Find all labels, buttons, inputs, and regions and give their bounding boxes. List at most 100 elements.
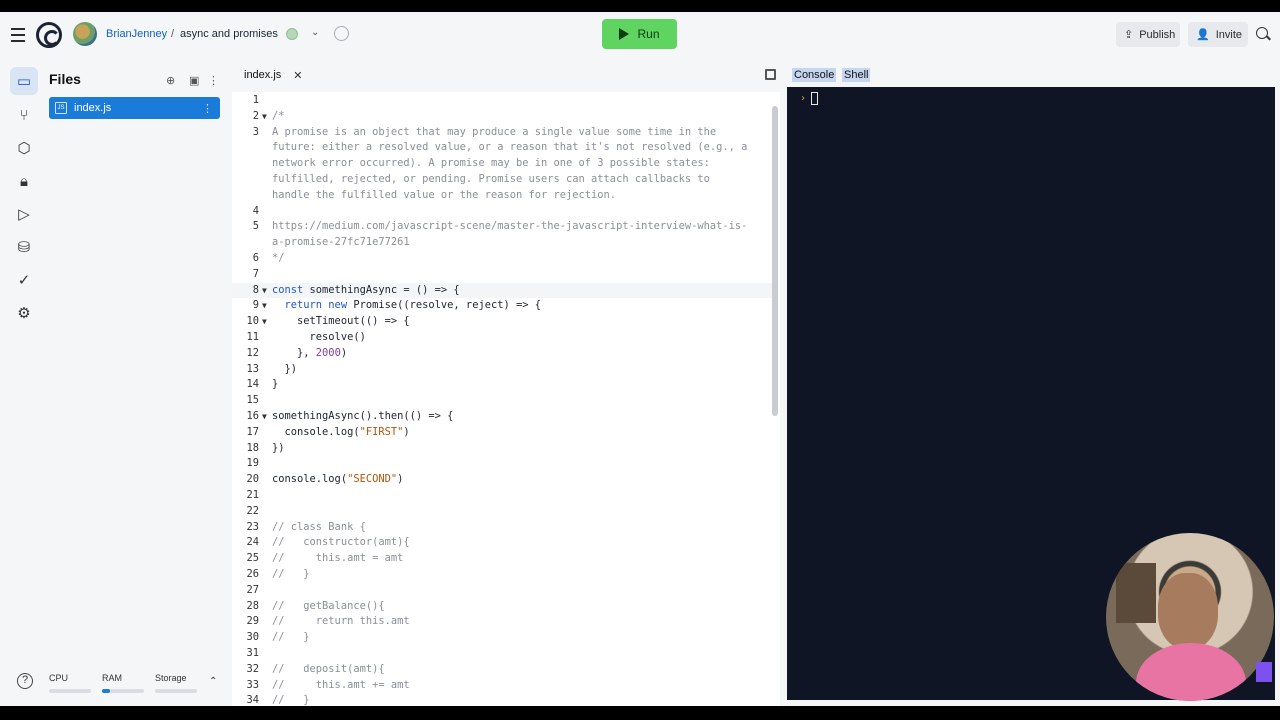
code-line[interactable]: 13 })	[232, 362, 772, 378]
code-line[interactable]: 22	[232, 504, 772, 520]
replit-workspace: BrianJenney / async and promises ⌄ Run ⇪…	[0, 12, 1280, 706]
database-icon[interactable]: ⛁	[10, 233, 38, 261]
code-line[interactable]: 5 https://medium.com/javascript-scene/mas…	[232, 219, 772, 235]
line-number: 16	[246, 410, 259, 422]
code-line[interactable]: 25 // this.amt = amt	[232, 551, 772, 567]
code-line[interactable]: 8 ▼ const somethingAsync = () => {	[232, 282, 772, 299]
line-number: 17	[246, 425, 259, 438]
line-number: 1	[252, 94, 259, 106]
run-icon[interactable]: ▷	[10, 200, 38, 228]
code-token: somethingAsync().then(() => {	[272, 410, 454, 422]
panel-toggle-icon[interactable]	[765, 69, 776, 80]
line-number: 12	[246, 346, 259, 359]
fold-arrow-icon[interactable]: ▼	[262, 298, 267, 314]
help-icon[interactable]: ?	[17, 673, 33, 689]
code-area[interactable]: 1 2 ▼ /* 3 A promise is an object that may pr…	[232, 92, 772, 706]
code-line[interactable]: 19	[232, 456, 772, 472]
user-avatar[interactable]	[73, 22, 97, 46]
code-line[interactable]: 28 // getBalance(){	[232, 599, 772, 615]
code-line[interactable]: 11 resolve()	[232, 330, 772, 346]
files-more-icon[interactable]: ⋮	[208, 74, 219, 87]
code-line[interactable]: 27	[232, 583, 772, 599]
code-line[interactable]: 21	[232, 488, 772, 504]
code-line[interactable]: handle the fulfilled value or the reason…	[232, 188, 772, 204]
file-item-index-js[interactable]: JS index.js ⋮	[49, 97, 220, 119]
code-text: // class Bank {	[272, 520, 366, 536]
code-token: )	[340, 346, 348, 359]
replit-logo-icon[interactable]	[36, 22, 62, 48]
new-file-icon[interactable]: ⊕	[166, 74, 175, 87]
search-icon[interactable]	[1256, 27, 1268, 39]
code-line[interactable]: 1	[232, 93, 772, 109]
code-line[interactable]: a-promise-27fc71e77261	[232, 235, 772, 251]
history-icon[interactable]	[334, 26, 349, 41]
tab-console[interactable]: Console	[792, 68, 837, 82]
code-token: "FIRST"	[359, 425, 404, 438]
storage-meter	[155, 689, 197, 693]
breadcrumb-repl-name[interactable]: async and promises	[180, 28, 278, 40]
code-line[interactable]: 16 ▼ somethingAsync().then(() => {	[232, 409, 772, 425]
code-line[interactable]: 4	[232, 204, 772, 220]
code-text: // this.amt += amt	[272, 678, 410, 694]
code-line[interactable]: 24 // constructor(amt){	[232, 535, 772, 551]
file-menu-icon[interactable]: ⋮	[202, 102, 213, 115]
code-line[interactable]: 26 // }	[232, 567, 772, 583]
code-line[interactable]: 7	[232, 267, 772, 283]
tab-shell[interactable]: Shell	[842, 68, 871, 82]
code-line[interactable]: 30 // }	[232, 630, 772, 646]
run-button[interactable]: Run	[602, 19, 677, 49]
code-line[interactable]: 14}	[232, 377, 772, 393]
code-line[interactable]: 6 */	[232, 251, 772, 267]
fold-arrow-icon[interactable]: ▼	[262, 283, 267, 299]
code-line[interactable]: 3 A promise is an object that may produce…	[232, 125, 772, 141]
checks-icon[interactable]: ✓	[10, 266, 38, 294]
version-control-icon[interactable]: ⑂	[10, 101, 38, 129]
code-line[interactable]: 18})	[232, 441, 772, 457]
add-user-icon: 👤	[1196, 29, 1210, 41]
breadcrumb-user[interactable]: BrianJenney	[106, 28, 167, 40]
fold-arrow-icon[interactable]: ▼	[262, 409, 267, 425]
code-line[interactable]: 29 // return this.amt	[232, 614, 772, 630]
code-text: https://medium.com/javascript-scene/mast…	[272, 219, 747, 235]
code-line[interactable]: 2 ▼ /*	[232, 109, 772, 125]
code-token: // class Bank {	[272, 520, 366, 533]
code-token: // getBalance(){	[272, 599, 385, 612]
tab-index-js[interactable]: index.js ✕	[232, 58, 315, 92]
code-text: future: either a resolved value, or a re…	[272, 140, 747, 156]
code-line[interactable]: 10 ▼ setTimeout(() => {	[232, 314, 772, 330]
invite-button[interactable]: 👤 Invite	[1188, 22, 1248, 47]
code-line[interactable]: 33 // this.amt += amt	[232, 678, 772, 694]
code-text: handle the fulfilled value or the reason…	[272, 188, 616, 204]
code-line[interactable]: 20 console.log("SECOND")	[232, 472, 772, 488]
code-line[interactable]: 23 // class Bank {	[232, 520, 772, 536]
code-line[interactable]: 12 }, 2000)	[232, 346, 772, 362]
code-line[interactable]: network error occurred). A promise may b…	[232, 156, 772, 172]
run-button-label: Run	[637, 27, 660, 41]
code-line[interactable]: 17 console.log("FIRST")	[232, 425, 772, 441]
packages-icon[interactable]: ⬡	[10, 134, 38, 162]
code-line[interactable]: 9 ▼ return new Promise((resolve, reject) …	[232, 298, 772, 314]
editor-scrollbar[interactable]	[772, 106, 778, 416]
code-line[interactable]: future: either a resolved value, or a re…	[232, 140, 772, 156]
secrets-icon[interactable]: 🔒︎	[10, 167, 38, 195]
code-line[interactable]: 34 // }	[232, 693, 772, 706]
chevron-up-icon[interactable]: ⌃	[209, 676, 217, 687]
code-line[interactable]: fulfilled, rejected, or pending. Promise…	[232, 172, 772, 188]
code-text: /*	[272, 109, 285, 125]
files-icon[interactable]: ▭	[10, 67, 38, 95]
new-folder-icon[interactable]: ▣	[189, 74, 199, 87]
settings-icon[interactable]: ⚙	[10, 299, 38, 327]
code-text: const somethingAsync = () => {	[272, 283, 460, 299]
resource-usage[interactable]: CPU RAM Storage ⌃	[49, 673, 225, 699]
menu-icon[interactable]	[6, 23, 30, 47]
code-line[interactable]: 32 // deposit(amt){	[232, 662, 772, 678]
close-icon[interactable]: ✕	[293, 69, 302, 82]
code-line[interactable]: 31	[232, 646, 772, 662]
publish-button[interactable]: ⇪ Publish	[1116, 22, 1180, 47]
chevron-down-icon[interactable]: ⌄	[311, 27, 319, 38]
fold-arrow-icon[interactable]: ▼	[262, 109, 267, 125]
fold-arrow-icon[interactable]: ▼	[262, 314, 267, 330]
line-number: 31	[246, 647, 259, 659]
code-text: console.log("FIRST")	[272, 425, 410, 441]
code-line[interactable]: 15	[232, 393, 772, 409]
